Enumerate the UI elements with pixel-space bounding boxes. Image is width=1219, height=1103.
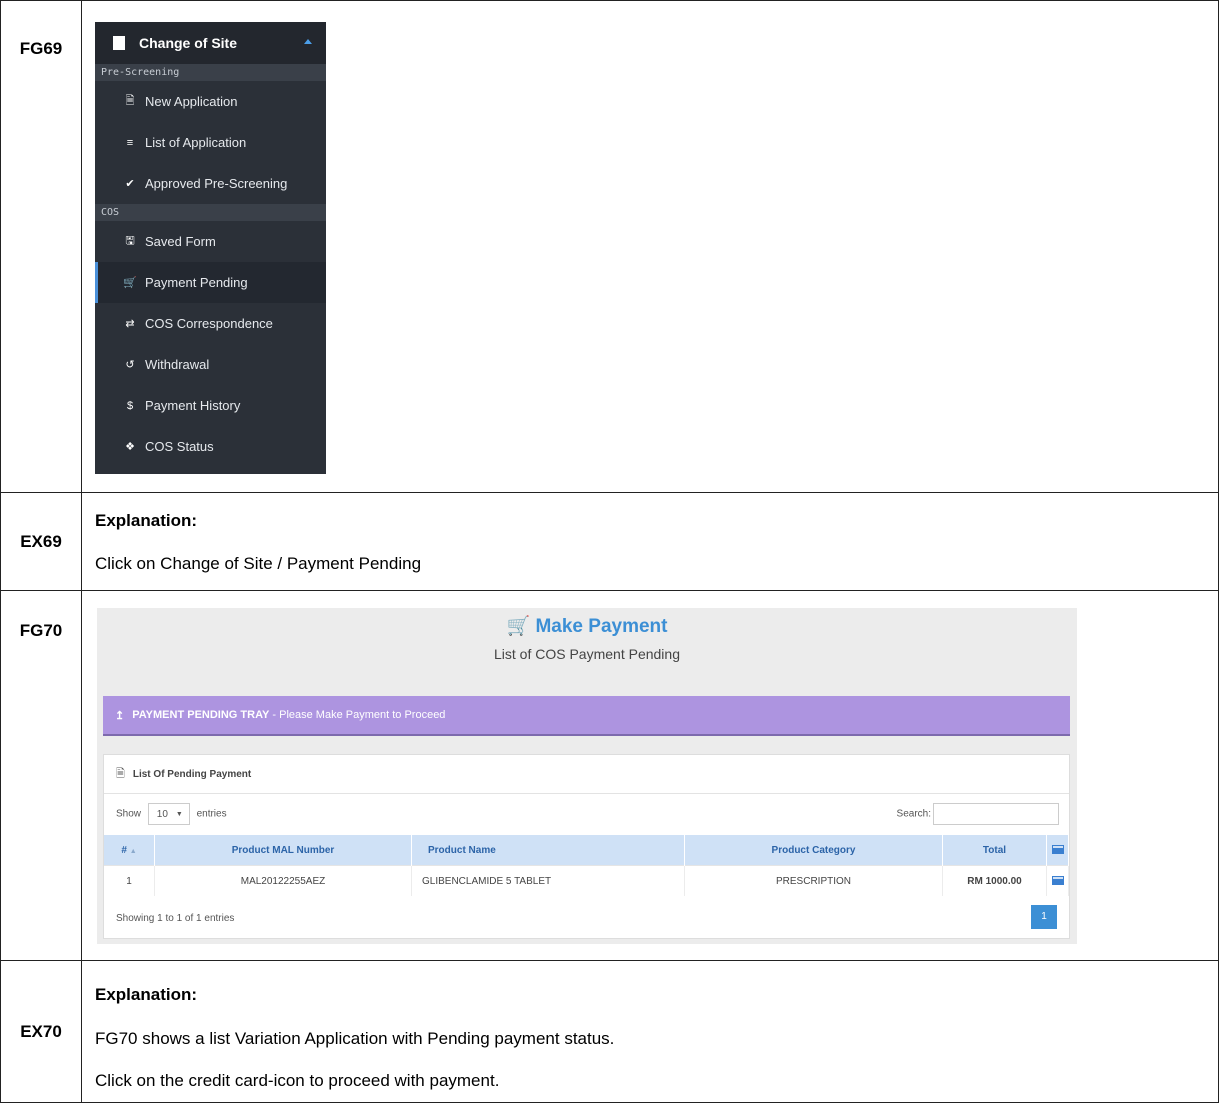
sidebar-item-payment-pending[interactable]: 🛒 Payment Pending	[95, 262, 326, 303]
pending-payment-list: 🗎 List Of Pending Payment Show 10 ▼ entri…	[103, 754, 1070, 939]
sidebar-item-approved-pre-screening[interactable]: ✔ Approved Pre-Screening	[95, 163, 326, 204]
table-row: 1 MAL20122255AEZ GLIBENCLAMIDE 5 TABLET …	[104, 865, 1069, 896]
sidebar-item-list-of-application[interactable]: ≡ List of Application	[95, 122, 326, 163]
sidebar-item-label: New Application	[145, 94, 238, 109]
entries-value: 10	[156, 809, 168, 820]
explanation-text: Click on the credit card-icon to proceed…	[95, 1071, 500, 1090]
sidebar-item-withdrawal[interactable]: ↺ Withdrawal	[95, 344, 326, 385]
sidebar-item-payment-history[interactable]: $ Payment History	[95, 385, 326, 426]
row-label-text: FG70	[19, 621, 63, 640]
pagination-page-1[interactable]: 1	[1031, 905, 1057, 929]
info-icon: ❖	[125, 441, 135, 453]
pending-payment-table: # ▲ Product MAL Number Product Name Prod…	[104, 835, 1069, 896]
check-icon: ✔	[125, 178, 135, 190]
column-header-text: Product Name	[428, 844, 496, 856]
row-label-text: EX70	[20, 1021, 62, 1041]
credit-card-icon	[1051, 845, 1064, 855]
credit-card-icon[interactable]	[1051, 876, 1064, 886]
column-header-total[interactable]: Total	[942, 835, 1047, 866]
sidebar-item-saved-form[interactable]: 🖫 Saved Form	[95, 221, 326, 262]
table-info: Showing 1 to 1 of 1 entries	[116, 913, 235, 924]
column-header-product-name[interactable]: Product Name	[411, 835, 685, 866]
sidebar-item-label: Payment History	[145, 398, 241, 413]
table-controls: Show 10 ▼ entries Search:	[116, 803, 1059, 829]
sidebar-item-label: Payment Pending	[145, 275, 248, 290]
cell-no: 1	[104, 865, 155, 896]
list-title-text: List Of Pending Payment	[132, 768, 252, 780]
explanation-heading: Explanation:	[95, 985, 197, 1005]
make-payment-panel: 🛒 Make Payment List of COS Payment Pendi…	[97, 608, 1077, 944]
caret-up-icon	[304, 39, 312, 44]
row-label: EX69	[0, 492, 82, 591]
row-label: EX70	[0, 960, 82, 1103]
sidebar-header-label: Change of Site	[139, 35, 238, 51]
search-wrap: Search:	[897, 803, 1059, 825]
cell-action	[1046, 865, 1069, 896]
column-header-product-category[interactable]: Product Category	[684, 835, 943, 866]
cell-total: RM 1000.00	[942, 865, 1047, 896]
sidebar-item-label: Saved Form	[145, 234, 216, 249]
column-header-action	[1046, 835, 1069, 866]
sidebar-header-change-of-site[interactable]: Change of Site	[95, 22, 326, 64]
sidebar-item-label: Withdrawal	[145, 357, 210, 372]
column-header-mal-number[interactable]: Product MAL Number	[154, 835, 412, 866]
exchange-icon: ⇄	[125, 318, 135, 330]
level-up-icon: ↥	[115, 709, 125, 722]
entries-select[interactable]: 10 ▼	[147, 803, 190, 825]
search-label: Search:	[896, 808, 931, 820]
page-subtitle: List of COS Payment Pending	[494, 646, 680, 662]
undo-icon: ↺	[125, 359, 135, 371]
save-icon: 🖫	[125, 235, 135, 247]
row-label: FG69	[0, 0, 82, 493]
column-header-text: Product Category	[771, 844, 856, 856]
explanation-heading-text: Explanation:	[95, 511, 198, 530]
explanation-text: FG70 shows a list Variation Application …	[95, 1029, 615, 1048]
list-title: 🗎 List Of Pending Payment	[104, 755, 1069, 794]
show-label: Show	[116, 808, 142, 820]
sidebar-item-label: List of Application	[145, 135, 247, 150]
tray-subtitle: - Please Make Payment to Proceed	[269, 709, 446, 721]
entries-label: entries	[196, 808, 227, 820]
building-icon	[113, 36, 125, 50]
cell-mal-number: MAL20122255AEZ	[154, 865, 412, 896]
file-icon: 🗎	[116, 767, 125, 780]
list-icon: ≡	[126, 136, 134, 149]
row-label: FG70	[0, 590, 82, 961]
column-header-text: Product MAL Number	[231, 844, 335, 856]
row-label-text: EX69	[20, 531, 62, 551]
dollar-icon: $	[126, 399, 134, 412]
explanation-heading-text: Explanation:	[95, 985, 198, 1004]
sidebar-item-new-application[interactable]: 🗎 New Application	[95, 81, 326, 122]
tray-title: PAYMENT PENDING TRAY	[132, 709, 270, 721]
sidebar-item-label: Approved Pre-Screening	[145, 176, 288, 191]
file-icon: 🗎	[125, 95, 135, 107]
sidebar-item-cos-status[interactable]: ❖ COS Status	[95, 426, 326, 467]
page-title: 🛒 Make Payment	[97, 614, 1077, 638]
column-header-text: Total	[982, 844, 1007, 856]
payment-pending-tray-banner: ↥ PAYMENT PENDING TRAY - Please Make Pay…	[103, 696, 1070, 736]
cell-product-name: GLIBENCLAMIDE 5 TABLET	[411, 865, 685, 896]
caret-down-icon: ▼	[175, 811, 183, 818]
sidebar-item-cos-correspondence[interactable]: ⇄ COS Correspondence	[95, 303, 326, 344]
sidebar-menu: Change of Site Pre-Screening 🗎 New Appli…	[95, 22, 326, 474]
cart-icon: 🛒	[506, 616, 531, 637]
explanation-heading: Explanation:	[95, 511, 197, 531]
explanation-text: Click on Change of Site / Payment Pendin…	[95, 554, 422, 573]
sidebar-item-label: COS Status	[145, 439, 214, 454]
column-header-no[interactable]: # ▲	[104, 835, 155, 866]
sidebar-section-pre-screening: Pre-Screening	[95, 64, 326, 81]
page-title-text: Make Payment	[535, 616, 668, 637]
table-header-row: # ▲ Product MAL Number Product Name Prod…	[104, 835, 1069, 866]
sidebar-section-cos: COS	[95, 204, 326, 221]
column-header-text: #	[121, 844, 127, 856]
cart-icon: 🛒	[123, 277, 137, 289]
sidebar-item-label: COS Correspondence	[145, 316, 273, 331]
row-label-text: FG69	[19, 39, 63, 58]
search-input[interactable]	[933, 803, 1059, 825]
sort-asc-icon: ▲	[129, 847, 137, 855]
explanation-cell	[81, 492, 1219, 591]
cell-product-category: PRESCRIPTION	[684, 865, 943, 896]
